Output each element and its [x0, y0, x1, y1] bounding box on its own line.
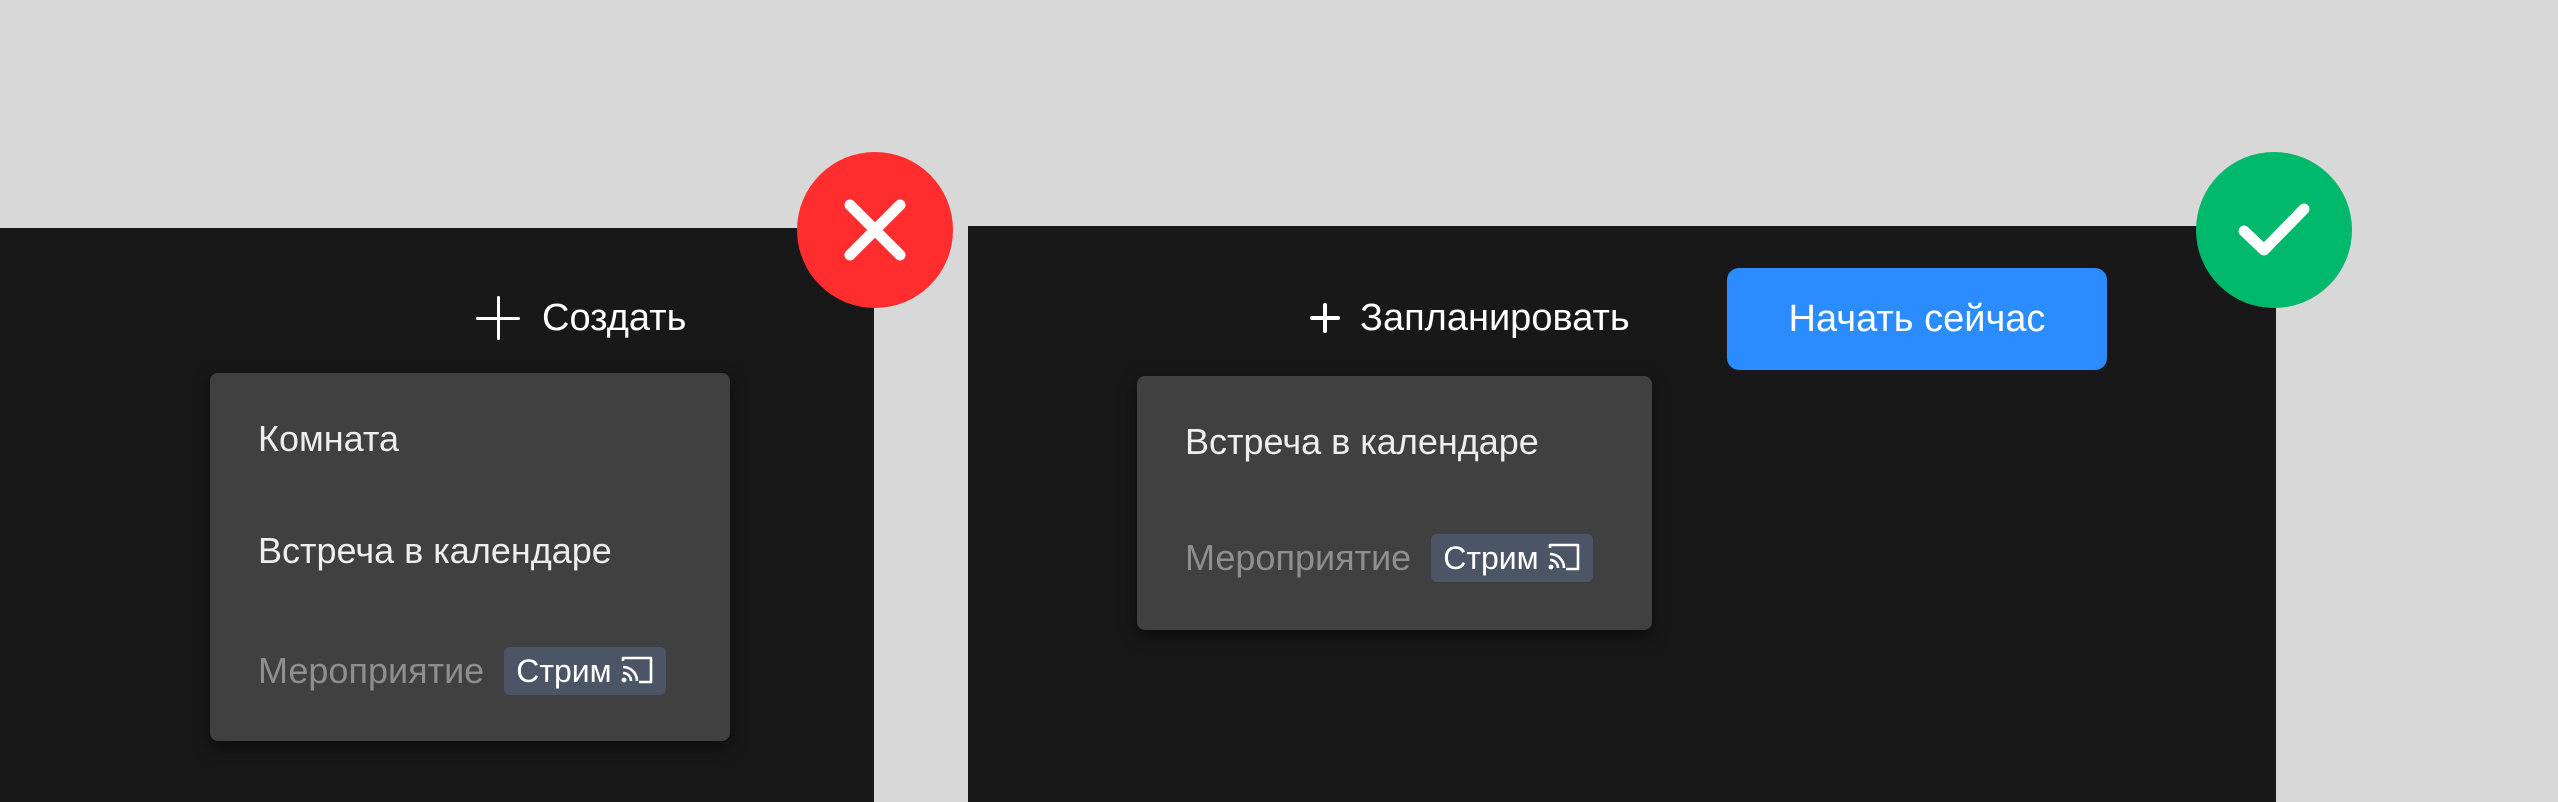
good-example-marker	[2196, 152, 2352, 308]
menu-item-calendar-meeting[interactable]: Встреча в календаре	[258, 523, 612, 579]
create-button[interactable]: Создать	[476, 290, 686, 346]
menu-item-calendar-meeting[interactable]: Встреча в календаре	[1185, 414, 1539, 470]
menu-item-event: Мероприятие Стрим	[1185, 528, 1593, 588]
menu-item-event: Мероприятие Стрим	[258, 641, 666, 701]
bad-example-marker	[797, 152, 953, 308]
close-icon	[844, 199, 906, 261]
check-icon	[2238, 203, 2310, 256]
menu-item-label: Комната	[258, 418, 399, 459]
stream-badge-label: Стрим	[1443, 539, 1539, 576]
menu-item-label: Мероприятие	[258, 650, 485, 691]
stream-badge-label: Стрим	[516, 652, 612, 689]
start-now-button[interactable]: Начать сейчас	[1727, 268, 2107, 370]
menu-item-label: Мероприятие	[1185, 537, 1412, 578]
schedule-dropdown-menu: Встреча в календаре Мероприятие Стрим	[1137, 376, 1652, 630]
cast-icon	[621, 656, 652, 684]
menu-item-label: Встреча в календаре	[258, 530, 612, 571]
schedule-button-label: Запланировать	[1360, 296, 1630, 339]
schedule-button[interactable]: Запланировать	[1310, 290, 1630, 346]
stream-badge: Стрим	[1431, 534, 1593, 582]
stream-badge: Стрим	[504, 647, 666, 695]
create-dropdown-menu: Комната Встреча в календаре Мероприятие …	[210, 373, 730, 741]
create-button-label: Создать	[542, 296, 687, 339]
cast-icon	[1548, 543, 1579, 571]
menu-item-label: Встреча в календаре	[1185, 421, 1539, 462]
start-now-label: Начать сейчас	[1788, 297, 2046, 340]
plus-icon	[1310, 303, 1340, 333]
menu-item-room[interactable]: Комната	[258, 411, 399, 467]
plus-icon	[476, 296, 520, 340]
